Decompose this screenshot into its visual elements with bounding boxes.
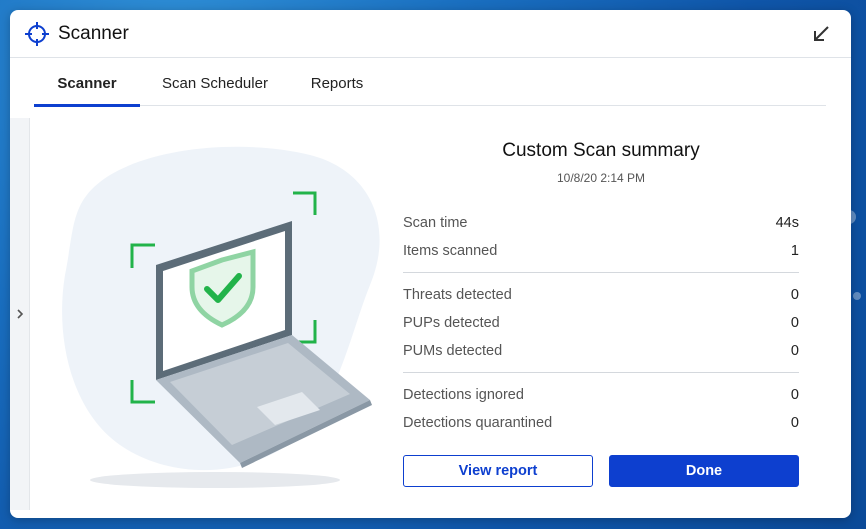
arrow-down-left-icon[interactable] — [811, 24, 831, 44]
stat-row-detections-quarantined: Detections quarantined 0 — [403, 409, 799, 437]
stat-value: 1 — [790, 243, 799, 259]
crosshair-icon — [25, 22, 49, 46]
stat-row-scan-time: Scan time 44s — [403, 209, 799, 237]
tab-reports-label: Reports — [310, 75, 364, 92]
stat-row-pums-detected: PUMs detected 0 — [403, 337, 799, 365]
tab-scanner-label: Scanner — [57, 75, 117, 92]
scan-stats: Scan time 44s Items scanned 1 Threats de… — [403, 209, 799, 437]
stat-label: PUMs detected — [403, 343, 503, 359]
stat-label: Detections ignored — [403, 387, 524, 403]
window-title: Scanner — [58, 23, 129, 44]
summary-date: 10/8/20 2:14 PM — [556, 171, 646, 185]
stat-row-threats-detected: Threats detected 0 — [403, 281, 799, 309]
stat-value: 44s — [775, 215, 799, 231]
laptop-shield-check-icon — [62, 146, 380, 488]
side-panel-toggle[interactable] — [10, 118, 30, 510]
background-glint — [853, 292, 861, 300]
tab-scan-scheduler[interactable]: Scan Scheduler — [156, 58, 274, 106]
stat-label: PUPs detected — [403, 315, 500, 331]
stat-value: 0 — [790, 415, 799, 431]
summary-title: Custom Scan summary — [502, 140, 700, 161]
active-tab-indicator — [34, 104, 140, 107]
stat-label: Scan time — [403, 215, 468, 231]
stat-row-detections-ignored: Detections ignored 0 — [403, 381, 799, 409]
tab-reports[interactable]: Reports — [302, 58, 372, 106]
stat-row-pups-detected: PUPs detected 0 — [403, 309, 799, 337]
divider — [403, 372, 799, 373]
tab-bar: Scanner Scan Scheduler Reports — [34, 58, 826, 107]
tab-scanner[interactable]: Scanner — [34, 58, 140, 107]
stat-label: Threats detected — [403, 287, 512, 303]
title-bar: Scanner — [10, 10, 851, 58]
view-report-button[interactable]: View report — [403, 455, 593, 487]
scan-summary-header: Custom Scan summary 10/8/20 2:14 PM — [403, 140, 799, 185]
stat-value: 0 — [790, 287, 799, 303]
done-button[interactable]: Done — [609, 455, 799, 487]
stat-row-items-scanned: Items scanned 1 — [403, 237, 799, 265]
stat-value: 0 — [790, 343, 799, 359]
divider — [403, 272, 799, 273]
scanner-window: Scanner Scanner Scan Scheduler Reports C… — [10, 10, 851, 518]
stat-value: 0 — [790, 315, 799, 331]
stat-label: Detections quarantined — [403, 415, 553, 431]
stat-value: 0 — [790, 387, 799, 403]
tab-scan-scheduler-label: Scan Scheduler — [162, 75, 268, 92]
chevron-right-icon — [17, 309, 24, 319]
stat-label: Items scanned — [403, 243, 498, 259]
